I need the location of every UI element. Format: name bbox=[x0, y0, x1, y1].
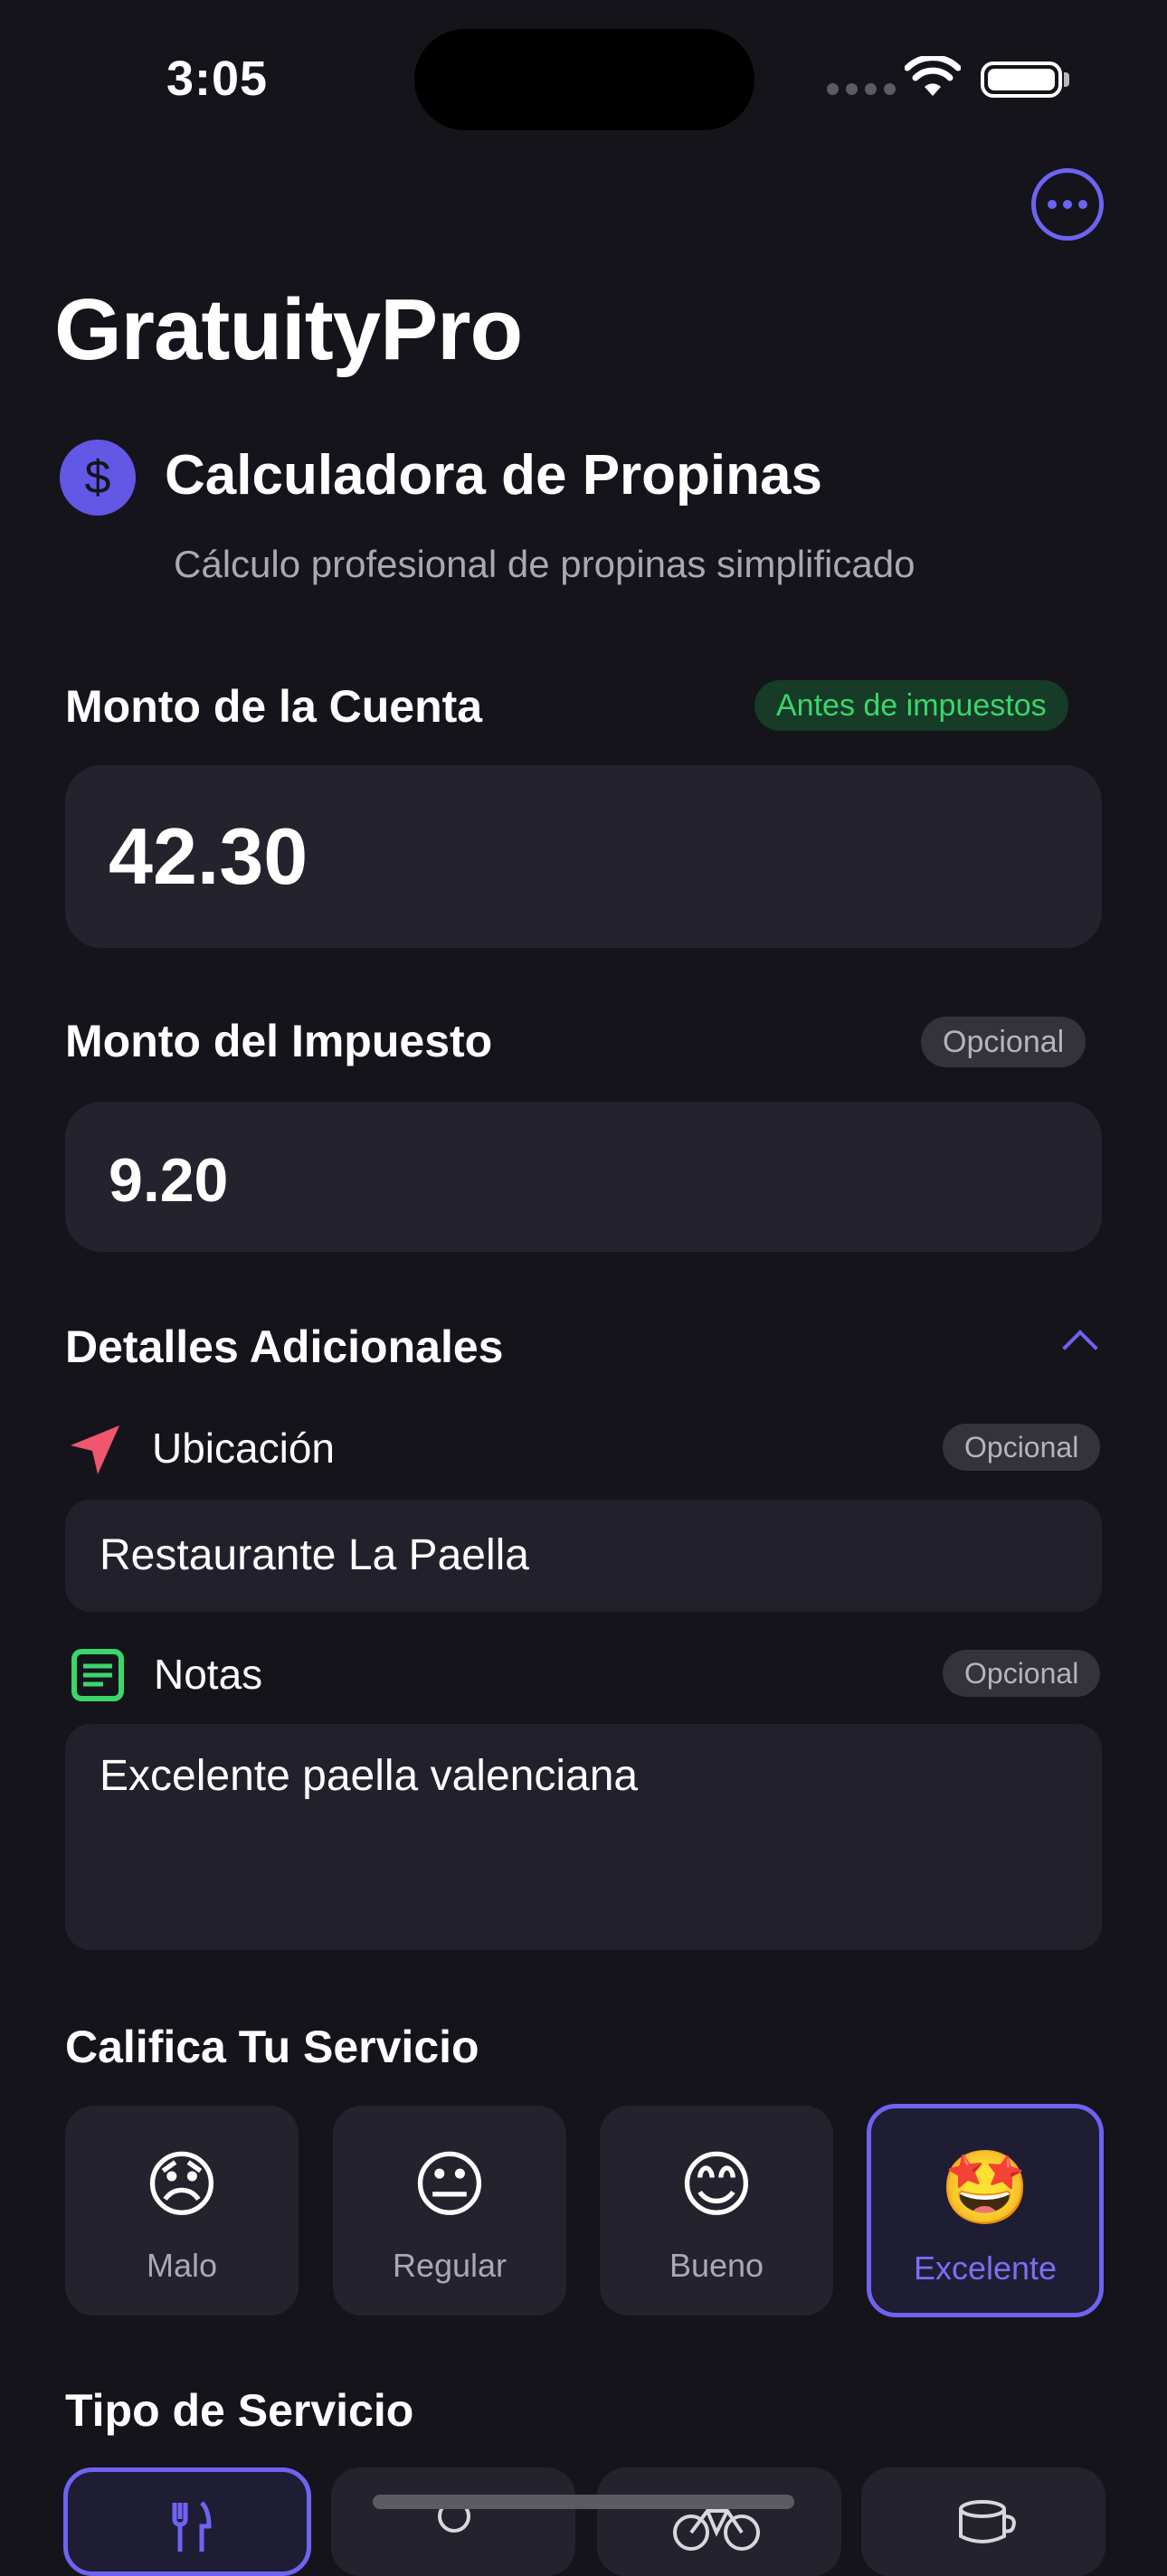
rating-label: Malo bbox=[146, 2247, 218, 2284]
bill-amount-input[interactable]: 42.30 bbox=[65, 765, 1102, 948]
calculator-subtitle: Cálculo profesional de propinas simplifi… bbox=[174, 543, 916, 585]
calculator-title: Calculadora de Propinas bbox=[165, 444, 822, 507]
cup-icon bbox=[959, 2500, 1016, 2543]
service-type-title: Tipo de Servicio bbox=[65, 2385, 414, 2436]
rating-option-bueno[interactable]: 😊 Bueno bbox=[600, 2106, 833, 2316]
notes-value: Excelente paella valenciana bbox=[100, 1752, 639, 1800]
chevron-up-icon[interactable] bbox=[1062, 1330, 1098, 1366]
location-optional-badge: Opcional bbox=[943, 1424, 1101, 1471]
details-title: Detalles Adicionales bbox=[65, 1321, 504, 1372]
rating-option-excelente[interactable]: 🤩 Excelente bbox=[867, 2104, 1104, 2317]
home-indicator[interactable] bbox=[373, 2495, 794, 2509]
before-tax-badge: Antes de impuestos bbox=[754, 680, 1068, 731]
service-type-delivery[interactable] bbox=[597, 2467, 841, 2576]
rating-option-malo[interactable]: 😞 Malo bbox=[65, 2106, 299, 2316]
notes-optional-badge: Opcional bbox=[943, 1650, 1101, 1697]
notes-textarea[interactable]: Excelente paella valenciana bbox=[65, 1724, 1102, 1950]
location-label: Ubicación bbox=[152, 1425, 335, 1472]
battery-tip bbox=[1064, 72, 1069, 87]
sad-face-icon: 😞 bbox=[144, 2145, 220, 2225]
dynamic-island bbox=[414, 29, 754, 130]
location-arrow-icon bbox=[71, 1425, 119, 1474]
bill-amount-value: 42.30 bbox=[109, 811, 308, 901]
bill-amount-label: Monto de la Cuenta bbox=[65, 681, 483, 732]
notes-icon bbox=[71, 1649, 124, 1701]
smiling-face-icon: 😊 bbox=[678, 2145, 754, 2225]
cellular-signal-icon bbox=[827, 83, 896, 95]
tax-amount-value: 9.20 bbox=[109, 1146, 229, 1215]
rating-title: Califica Tu Servicio bbox=[65, 2022, 479, 2072]
service-type-personal[interactable] bbox=[331, 2467, 575, 2576]
tax-amount-input[interactable]: 9.20 bbox=[65, 1102, 1102, 1252]
notes-label: Notas bbox=[154, 1651, 263, 1698]
service-type-cafe[interactable] bbox=[861, 2467, 1105, 2576]
tax-amount-label: Monto del Impuesto bbox=[65, 1016, 493, 1066]
dollar-icon: $ bbox=[60, 440, 136, 516]
location-input[interactable]: Restaurante La Paella bbox=[65, 1500, 1102, 1612]
location-value: Restaurante La Paella bbox=[100, 1531, 529, 1579]
star-struck-face-icon: 🤩 bbox=[940, 2147, 1030, 2228]
wifi-icon bbox=[905, 56, 961, 96]
rating-label: Regular bbox=[392, 2247, 508, 2284]
rating-option-regular[interactable]: 😐 Regular bbox=[333, 2106, 566, 2316]
rating-label: Bueno bbox=[669, 2247, 764, 2284]
app-title: GratuityPro bbox=[54, 281, 523, 378]
ellipsis-icon bbox=[1048, 200, 1057, 209]
battery-icon bbox=[981, 62, 1062, 98]
service-type-restaurant[interactable] bbox=[63, 2467, 311, 2576]
more-options-button[interactable] bbox=[1031, 168, 1104, 241]
rating-label: Excelente bbox=[913, 2249, 1058, 2287]
status-time: 3:05 bbox=[166, 52, 269, 106]
tax-optional-badge: Opcional bbox=[921, 1017, 1086, 1067]
fork-knife-icon bbox=[172, 2501, 212, 2552]
neutral-face-icon: 😐 bbox=[412, 2145, 488, 2225]
